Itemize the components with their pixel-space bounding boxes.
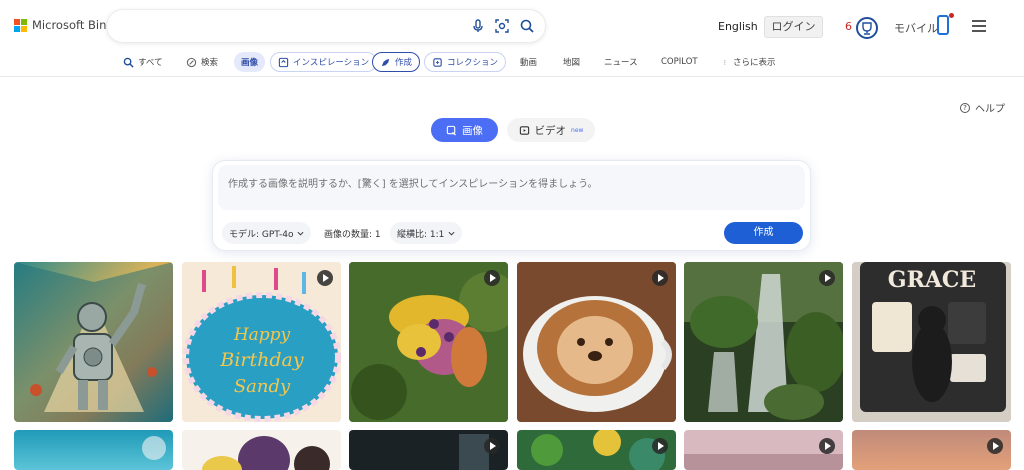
chevron-down-icon: [448, 231, 455, 236]
tab-label: 動画: [520, 58, 538, 68]
tab-label: 画像: [241, 58, 259, 68]
tab-search[interactable]: 検索: [179, 52, 225, 72]
help-link[interactable]: ? ヘルプ: [960, 100, 1005, 115]
gallery-tile-latte[interactable]: [517, 262, 676, 422]
gallery-tile-waterfall[interactable]: [684, 262, 843, 422]
mode-label: ビデオ: [534, 124, 567, 137]
new-badge: new: [571, 126, 584, 134]
search-icon[interactable]: [519, 18, 535, 34]
image-create-icon: [446, 125, 456, 136]
gallery-tile-robot[interactable]: [14, 262, 173, 422]
tab-label: コレクション: [447, 58, 499, 68]
copilot-icon: [186, 57, 197, 67]
cartoon-portrait-image: [202, 436, 330, 470]
mode-label: 画像: [462, 124, 483, 137]
video-play-icon: [652, 270, 668, 286]
video-play-icon: [819, 270, 835, 286]
hamburger-menu-icon[interactable]: [972, 20, 986, 35]
svg-text:GRACE: GRACE: [888, 267, 976, 293]
create-icon: [381, 58, 390, 66]
sky-image: [142, 436, 166, 460]
tab-news[interactable]: ニュース: [597, 52, 645, 72]
model-label: モデル: GPT-4o: [229, 229, 294, 240]
tab-videos[interactable]: 動画: [513, 52, 544, 72]
ratio-label: 縦横比: 1:1: [397, 229, 445, 240]
create-button[interactable]: 作成: [724, 222, 803, 244]
inspiration-icon: [278, 57, 289, 67]
language-link[interactable]: English: [718, 20, 758, 33]
birthday-cake-image: Happy Birthday Sandy: [182, 262, 341, 422]
tab-label: 検索: [201, 58, 219, 68]
otter-latte-image: [517, 262, 676, 422]
video-play-icon: [484, 270, 500, 286]
gallery-tile-sunset[interactable]: [852, 430, 1011, 470]
video-play-icon: [987, 438, 1003, 454]
svg-text:Birthday: Birthday: [219, 349, 303, 371]
tab-label: すべて: [138, 58, 163, 68]
login-button[interactable]: ログイン: [764, 16, 823, 38]
video-create-icon: [519, 125, 529, 135]
video-play-icon: [819, 438, 835, 454]
prompt-input[interactable]: 作成する画像を説明するか、[驚く] を選択してインスピレーションを得ましょう。: [218, 165, 805, 210]
gallery-tile-flowers[interactable]: [349, 262, 508, 422]
rewards-trophy-icon[interactable]: [856, 17, 878, 39]
brand-name: Microsoft Bing: [32, 18, 114, 32]
visual-search-icon[interactable]: [494, 18, 510, 34]
tab-label: インスピレーション: [293, 58, 370, 68]
video-play-icon: [652, 438, 668, 454]
tab-all[interactable]: すべて: [116, 52, 170, 72]
help-icon: ?: [960, 102, 970, 113]
gallery-tile-portrait[interactable]: [182, 430, 341, 470]
image-count-selector[interactable]: 画像の数量: 1: [317, 222, 388, 244]
video-play-icon: [484, 438, 500, 454]
tab-more[interactable]: さらに表示: [717, 52, 783, 72]
search-input[interactable]: [107, 10, 545, 42]
tab-inspiration[interactable]: インスピレーション: [270, 52, 378, 72]
more-icon: [724, 59, 726, 65]
tab-label: 作成: [395, 58, 413, 68]
model-selector[interactable]: モデル: GPT-4o: [222, 222, 312, 244]
help-label: ヘルプ: [975, 104, 1005, 115]
gallery-tile-landscape[interactable]: [684, 430, 843, 470]
gallery-tile-dog[interactable]: GRACE: [852, 262, 1011, 422]
dog-portrait-image: GRACE: [852, 262, 1011, 422]
tab-copilot[interactable]: COPILOT: [654, 52, 705, 72]
gallery-tile-jungle[interactable]: [517, 430, 676, 470]
search-icon: [123, 57, 134, 68]
flower-bees-image: [349, 262, 508, 422]
svg-text:Sandy: Sandy: [234, 376, 291, 397]
video-mode-button[interactable]: ビデオ new: [507, 118, 595, 142]
svg-text:Happy: Happy: [233, 325, 291, 345]
notification-dot-icon: [949, 13, 954, 18]
tab-label: 地図: [563, 58, 581, 68]
gallery-tile-dark[interactable]: [349, 430, 508, 470]
microsoft-logo-icon: [14, 18, 27, 32]
rewards-points[interactable]: 6: [845, 20, 852, 33]
gallery-tile-cake[interactable]: Happy Birthday Sandy: [182, 262, 341, 422]
collection-icon: [433, 57, 442, 67]
mobile-link[interactable]: モバイル: [894, 20, 938, 36]
tab-maps[interactable]: 地図: [556, 52, 587, 72]
top-bar: Microsoft Bing English ログイン 6 モバイル: [0, 0, 1024, 52]
mobile-phone-icon[interactable]: [937, 15, 949, 35]
header-divider: [0, 76, 1024, 77]
bing-logo[interactable]: Microsoft Bing: [14, 18, 114, 32]
video-play-icon: [317, 270, 333, 286]
tab-images[interactable]: 画像: [234, 52, 266, 72]
image-mode-button[interactable]: 画像: [431, 118, 498, 142]
waterfall-image: [684, 262, 843, 422]
chevron-down-icon: [297, 231, 304, 236]
tab-collections[interactable]: コレクション: [424, 52, 507, 72]
count-label: 画像の数量: 1: [324, 229, 381, 240]
scope-tabs: すべて 検索 画像 インスピレーション 作成 コレクション 動画 地図 ニュース…: [0, 50, 1024, 74]
aspect-ratio-selector[interactable]: 縦横比: 1:1: [390, 222, 463, 244]
gallery-tile-sky[interactable]: [14, 430, 173, 470]
image-creator-panel: 作成する画像を説明するか、[驚く] を選択してインスピレーションを得ましょう。 …: [213, 161, 810, 250]
microphone-icon[interactable]: [470, 18, 486, 34]
tab-label: さらに表示: [733, 58, 776, 68]
tab-label: COPILOT: [661, 57, 698, 67]
robot-artwork-image: [14, 262, 173, 422]
tab-label: ニュース: [604, 58, 638, 68]
tab-create[interactable]: 作成: [372, 52, 421, 72]
